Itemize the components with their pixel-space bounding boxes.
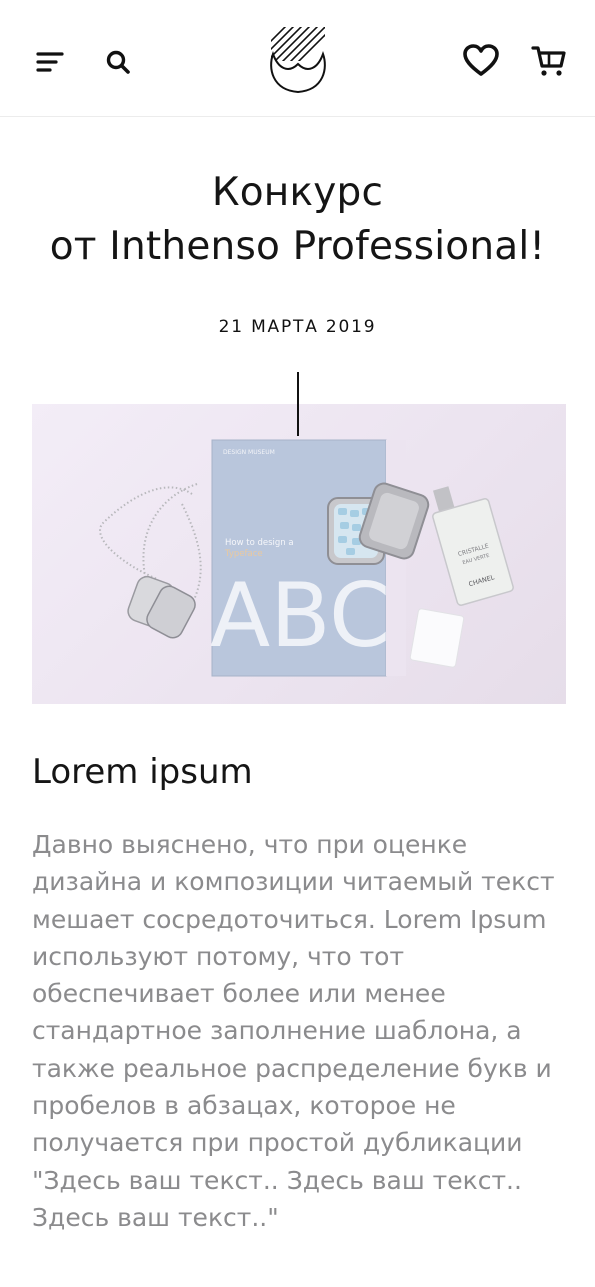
cart-icon[interactable] — [529, 43, 569, 79]
article-title-line-1: Конкурс — [211, 170, 384, 215]
dog-tags — [127, 575, 196, 639]
article-image: DESIGN MUSEUM How to design a Typeface A… — [32, 404, 566, 704]
site-header — [0, 0, 595, 117]
article-title: Конкурс от Inthenso Professional! — [20, 166, 575, 274]
article-date: 21 МАРТА 2019 — [218, 317, 377, 337]
article-title-line-2: от Inthenso Professional! — [49, 224, 546, 269]
search-icon[interactable] — [102, 46, 134, 78]
section-heading: Lorem ipsum — [32, 752, 253, 792]
book-title-line-2: Typeface — [224, 549, 263, 559]
brand-logo-icon[interactable] — [268, 24, 328, 96]
image-divider-line — [297, 404, 299, 436]
menu-icon[interactable] — [34, 46, 66, 78]
heart-icon[interactable] — [462, 43, 500, 79]
book-publisher: DESIGN MUSEUM — [223, 449, 275, 456]
article-body: Давно выяснено, что при оценке дизайна и… — [32, 830, 555, 1232]
book-title-line-1: How to design a — [225, 538, 294, 548]
book-cover-letters: ABC — [210, 564, 390, 667]
